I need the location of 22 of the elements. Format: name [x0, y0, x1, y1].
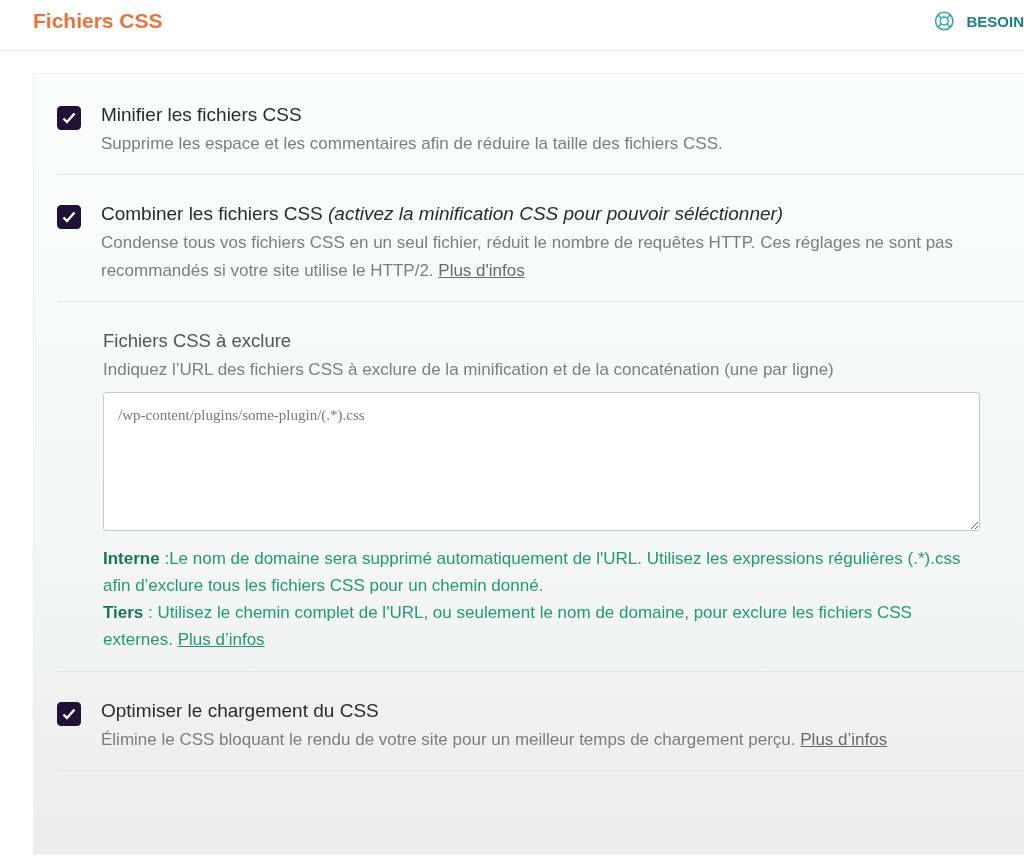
option-label: Minifier les fichiers CSS [101, 104, 303, 126]
description: Interne :Le nom de domaine sera supprimé automatiquement de l'URL. Utilisez les expressions régulières (.*).css afin d’exclure tous les fichiers CSS pour un chemin donné. [103, 548, 962, 597]
field-label: Fichiers CSS à exclure [103, 330, 293, 352]
description: Tiers : Utilisez le chemin complet de l'URL, ou seulement le nom de domaine, pour exclure les fichiers CSS externes. Plus d’infos [103, 602, 913, 651]
more-info-link[interactable]: Plus d’infos [800, 730, 888, 749]
checkmark-icon [62, 708, 76, 720]
more-info-link[interactable]: Plus d'infos [438, 261, 525, 280]
option-label: Optimiser le chargement du CSS [101, 700, 380, 722]
checkmark-icon [62, 112, 76, 124]
option-label: Combiner les fichiers CSS (activez la minification CSS pour pouvoir séléctionner) [101, 203, 785, 225]
description: Supprime les espace et les commentaires afin de réduire la taille des fichiers CSS. [101, 133, 724, 155]
checkmark-icon [62, 211, 76, 223]
description: Indiquez l’URL des fichiers CSS à exclure de la minification et de la concaténation (une par ligne) [103, 359, 835, 381]
exclusion-field[interactable]: /wp-content/plugins/some-plugin/(.*).css [103, 392, 980, 531]
checkbox[interactable] [57, 106, 81, 130]
more-info-link[interactable]: Plus d’infos [177, 630, 265, 649]
description: Condense tous vos fichiers CSS en un seul fichier, réduit le nombre de requêtes HTTP. Ces réglages ne sont pas recommandés si votre site utilise le HTTP/2. Plus d'infos [101, 232, 955, 282]
checkbox[interactable] [57, 702, 81, 726]
description: Élimine le CSS bloquant le rendu de votre site pour un meilleur temps de chargement perçu. Plus d’infos [101, 729, 889, 751]
section-title: Fichiers CSS [33, 9, 164, 33]
checkbox[interactable] [57, 205, 81, 229]
help-link[interactable]: BESOIN [966, 12, 1024, 30]
